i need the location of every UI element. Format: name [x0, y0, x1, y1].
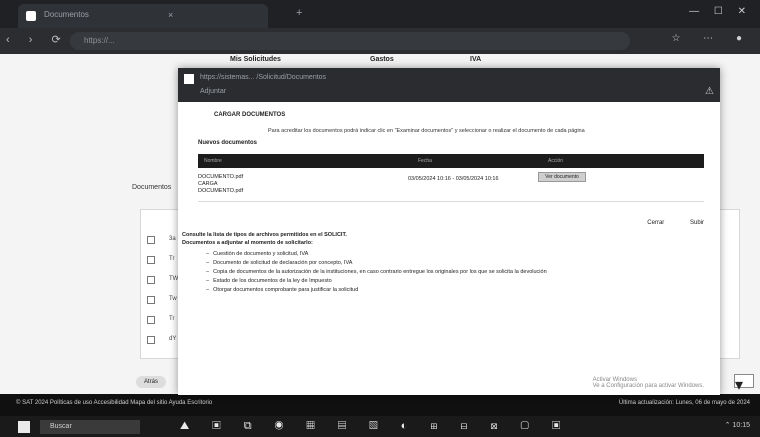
file-name: DOCUMENTO.pdf CARGA DOCUMENTO.pdf: [198, 174, 244, 194]
files-label: Nuevos documentos: [198, 140, 258, 146]
row-cell: TW: [169, 276, 179, 282]
back-button[interactable]: Atrás: [136, 376, 166, 388]
footer-links[interactable]: © SAT 2024 Políticas de uso Accesibilida…: [16, 400, 212, 406]
row-cell: Tr: [169, 316, 175, 322]
list-item: Estado de los documentos de la ley de Im…: [206, 277, 547, 286]
row-checkbox[interactable]: [147, 336, 155, 344]
row-checkbox[interactable]: [147, 296, 155, 304]
windows-taskbar: Buscar ⛰ ▣ ⧉ ◉ ▦ ▤ ▧ ◐ ⊞ ⊟ ⊠ ▢ ▣ ⌃ 10:15: [0, 416, 760, 437]
nav-item-gastos[interactable]: Gastos: [370, 56, 394, 63]
taskbar-app-icons[interactable]: ⛰ ▣ ⧉ ◉ ▦ ▤ ▧ ◐ ⊞ ⊟ ⊠ ▢ ▣: [180, 420, 570, 433]
browser-toolbar: ‹ › ⟳ https://... ☆ ⋯ ●: [0, 28, 760, 54]
navigation-icons[interactable]: ‹ › ⟳: [6, 33, 69, 46]
nav-item-iva[interactable]: IVA: [470, 56, 481, 63]
page-nav: Mis Solicitudes Gastos IVA: [230, 56, 481, 63]
documents-heading: Documentos: [132, 184, 172, 191]
popup-instructions: Para acreditar los documentos podrá indi…: [268, 128, 585, 134]
row-cell: Tr: [169, 256, 175, 262]
system-tray: ⌃ 10:15: [724, 422, 750, 429]
list-item: Cuestión de documento y solicitud, IVA: [206, 250, 547, 259]
row-checkbox[interactable]: [147, 316, 155, 324]
file-date: 03/05/2024 10:16 - 03/05/2024 10:16: [408, 176, 499, 182]
warning-icon: ⚠: [705, 86, 714, 97]
file-types-note: Consulte la lista de tipos de archivos p…: [182, 232, 347, 238]
address-bar[interactable]: https://...: [70, 32, 630, 50]
popup-body: CARGAR DOCUMENTOS Para acreditar los doc…: [178, 102, 720, 395]
address-text: https://...: [84, 36, 115, 45]
row-checkbox[interactable]: [147, 276, 155, 284]
tab-title: Documentos: [44, 10, 89, 19]
list-item: Copia de documentos de la autorización d…: [206, 268, 547, 277]
list-item: Documento de solicitud de declaración po…: [206, 259, 547, 268]
popup-url: https://sistemas... /Solicitud/Documento…: [200, 74, 327, 81]
close-icon[interactable]: ×: [168, 10, 173, 20]
popup-subtitle: Adjuntar: [200, 88, 227, 95]
row-checkbox[interactable]: [147, 256, 155, 264]
nav-item-solicitudes[interactable]: Mis Solicitudes: [230, 56, 281, 63]
col-header-name: Nombre: [204, 158, 222, 164]
taskbar-search[interactable]: Buscar: [40, 420, 140, 434]
toolbar-icons[interactable]: ☆ ⋯ ●: [671, 33, 752, 44]
page-footer-bar: © SAT 2024 Políticas de uso Accesibilida…: [0, 394, 760, 416]
search-placeholder: Buscar: [50, 423, 72, 430]
row-cell: Tw: [169, 296, 177, 302]
close-link[interactable]: Cerrar: [647, 220, 664, 226]
row-cell: dY: [169, 336, 177, 342]
windows-start-icon[interactable]: [18, 421, 30, 433]
col-header-action: Acción: [548, 158, 564, 164]
required-documents-note: Documentos a adjuntar al momento de soli…: [182, 240, 313, 246]
popup-favicon-icon: [184, 74, 194, 84]
view-document-button[interactable]: Ver documento: [538, 172, 586, 182]
required-documents-list: Cuestión de documento y solicitud, IVA D…: [206, 250, 547, 295]
browser-tab[interactable]: Documentos ×: [18, 4, 268, 28]
window-controls[interactable]: — ☐ ✕: [689, 6, 752, 17]
popup-actions: Cerrar Subir: [623, 220, 704, 226]
popup-titlebar: https://sistemas... /Solicitud/Documento…: [178, 68, 720, 102]
footer-update: Última actualización: Lunes, 06 de mayo …: [618, 400, 750, 406]
upload-popup-window: https://sistemas... /Solicitud/Documento…: [178, 68, 720, 395]
favicon-icon: [26, 11, 36, 21]
list-item: Otorgar documentos comprobante para just…: [206, 286, 547, 295]
file-row: DOCUMENTO.pdf CARGA DOCUMENTO.pdf 03/05/…: [198, 172, 704, 202]
row-cell: 3a: [169, 236, 176, 242]
browser-tab-bar: Documentos × + — ☐ ✕: [0, 0, 760, 28]
page-select[interactable]: ▾: [734, 374, 754, 394]
new-tab-icon[interactable]: +: [296, 7, 302, 19]
upload-link[interactable]: Subir: [690, 220, 704, 226]
files-table-header: Nombre Fecha Acción: [198, 154, 704, 168]
row-checkbox[interactable]: [147, 236, 155, 244]
popup-heading: CARGAR DOCUMENTOS: [214, 112, 286, 118]
col-header-date: Fecha: [418, 158, 432, 164]
activate-windows-watermark: Activar Windows Ve a Configuración para …: [592, 377, 704, 389]
